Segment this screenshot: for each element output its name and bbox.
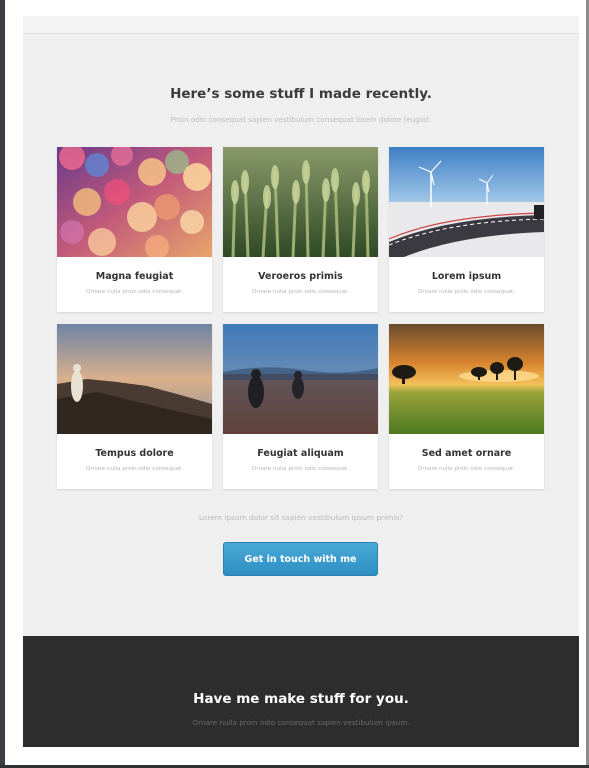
road-wind-turbines-image[interactable] <box>389 147 544 257</box>
card-description: Ornare nulla proin odio consequat. <box>417 466 516 472</box>
footer: Have me make stuff for you. Ornare nulla… <box>23 636 579 747</box>
card-description: Ornare nulla proin odio consequat. <box>85 466 184 472</box>
bokeh-lights-image[interactable] <box>57 147 212 257</box>
card-description: Ornare nulla proin odio consequat. <box>251 289 350 295</box>
card-description: Ornare nulla proin odio consequat. <box>251 466 350 472</box>
page: Here’s some stuff I made recently. Proin… <box>23 16 579 747</box>
section-heading: Here’s some stuff I made recently. <box>170 86 432 102</box>
gallery-card-lorem-ipsum[interactable]: Lorem ipsum Ornare nulla proin odio cons… <box>389 147 544 312</box>
card-description: Ornare nulla proin odio consequat. <box>85 289 184 295</box>
header-strip <box>23 16 579 34</box>
misty-field-figures-image[interactable] <box>223 324 378 434</box>
card-title: Veroeros primis <box>258 271 343 282</box>
cliff-figure-image[interactable] <box>57 324 212 434</box>
get-in-touch-button[interactable]: Get in touch with me <box>223 542 378 576</box>
section-subheading: Proin odio consequat sapien vestibulum c… <box>170 115 432 124</box>
gallery-card-magna-feugiat[interactable]: Magna feugiat Ornare nulla proin odio co… <box>57 147 212 312</box>
gallery-card-sed-amet-ornare[interactable]: Sed amet ornare Ornare nulla proin odio … <box>389 324 544 489</box>
card-title: Magna feugiat <box>95 271 174 282</box>
card-title: Feugiat aliquam <box>257 448 344 459</box>
gallery-card-veroeros-primis[interactable]: Veroeros primis Ornare nulla proin odio … <box>223 147 378 312</box>
sunset-savanna-image[interactable] <box>389 324 544 434</box>
card-description: Ornare nulla proin odio consequat. <box>417 289 516 295</box>
gallery-card-feugiat-aliquam[interactable]: Feugiat aliquam Ornare nulla proin odio … <box>223 324 378 489</box>
card-title: Sed amet ornare <box>421 448 512 459</box>
card-title: Tempus dolore <box>95 448 174 459</box>
wheat-field-image[interactable] <box>223 147 378 257</box>
window-left-edge <box>0 0 5 768</box>
card-title: Lorem ipsum <box>431 271 502 282</box>
footer-title: Have me make stuff for you. <box>193 691 409 707</box>
gallery-card-tempus-dolore[interactable]: Tempus dolore Ornare nulla proin odio co… <box>57 324 212 489</box>
cta-question: Lorem ipsum dolor sit sapien vestibulum … <box>198 513 404 522</box>
footer-subtitle: Ornare nulla proin odio consequat sapien… <box>192 718 410 727</box>
